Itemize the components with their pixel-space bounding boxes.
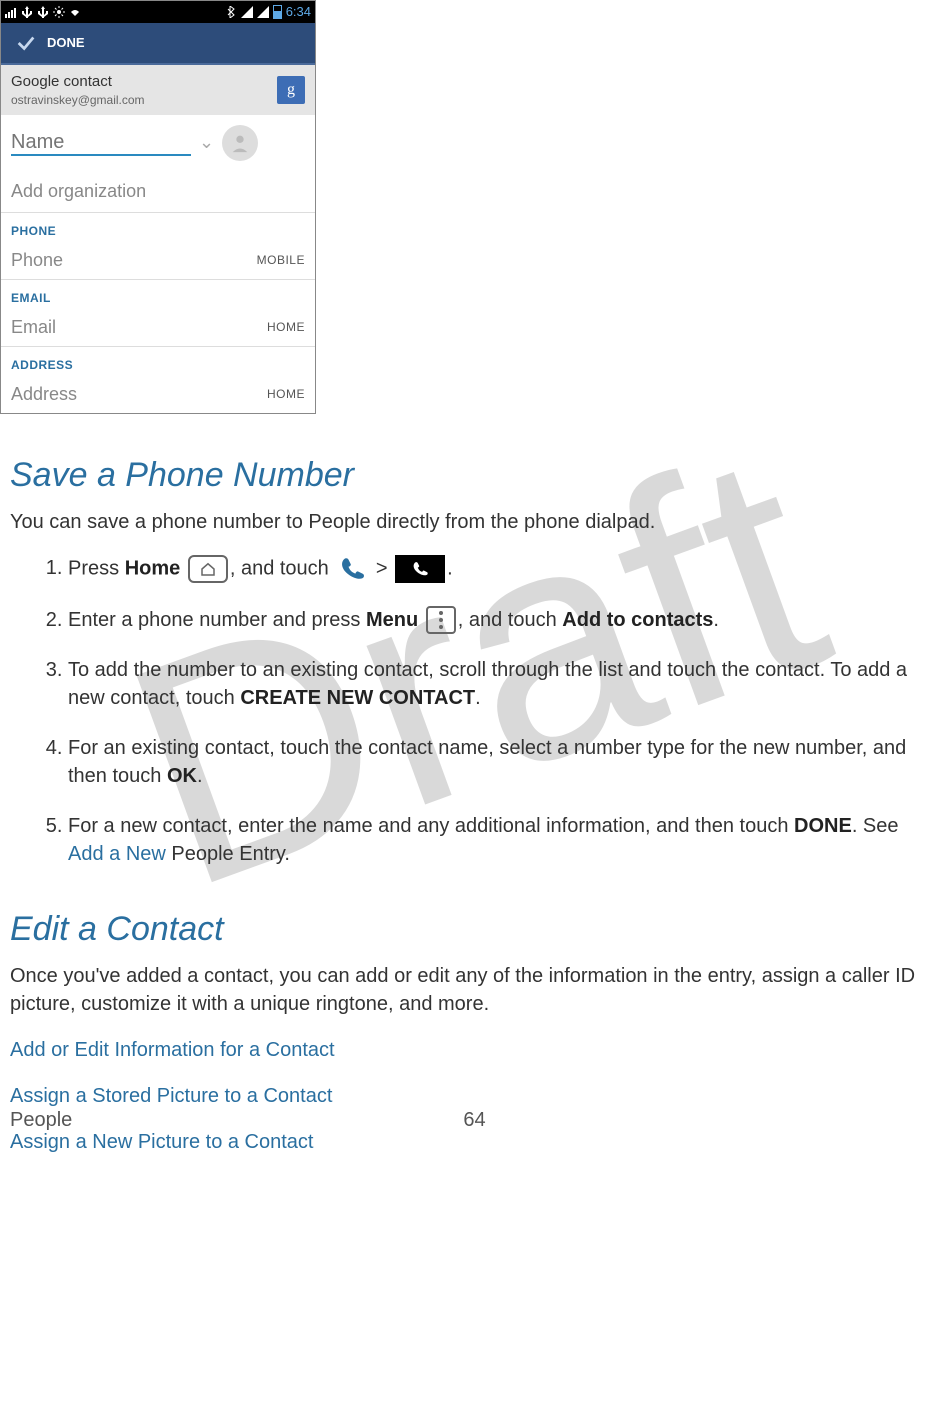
email-field[interactable]: Email <box>11 315 56 340</box>
email-field-row: Email HOME <box>1 309 315 347</box>
status-time: 6:34 <box>286 3 311 21</box>
home-icon <box>188 555 228 583</box>
edit-intro: Once you've added a contact, you can add… <box>10 962 939 1018</box>
signal-icon <box>241 6 253 18</box>
ok-label: OK <box>167 765 197 787</box>
step-5-text-b: . See <box>852 815 899 837</box>
link-add-edit-info[interactable]: Add or Edit Information for a Contact <box>10 1036 939 1064</box>
signal-icon-2 <box>257 6 269 18</box>
menu-label: Menu <box>366 609 418 631</box>
step-3-text-b: . <box>475 687 481 709</box>
step-1-text-b: , and touch <box>230 557 335 579</box>
avatar-placeholder[interactable] <box>222 125 258 161</box>
gt-separator: > <box>376 557 393 579</box>
step-1-text-a: Press <box>68 557 125 579</box>
account-title: Google contact <box>11 71 145 92</box>
phone-screenshot: 6:34 DONE Google contact ostravinskey@gm… <box>0 0 316 414</box>
add-a-new-link[interactable]: Add a New <box>68 843 166 865</box>
bars-icon <box>5 6 17 18</box>
account-row[interactable]: Google contact ostravinskey@gmail.com g <box>1 65 315 115</box>
email-type[interactable]: HOME <box>267 319 305 336</box>
address-section-header: ADDRESS <box>1 347 315 376</box>
add-organization-field[interactable]: Add organization <box>1 171 315 213</box>
home-label: Home <box>125 557 181 579</box>
battery-icon <box>273 5 282 19</box>
step-1: Press Home , and touch > . <box>68 554 931 584</box>
usb-icon <box>21 6 33 18</box>
page-footer: People 64 <box>10 1106 939 1134</box>
save-phone-number-heading: Save a Phone Number <box>10 452 939 500</box>
phone-field[interactable]: Phone <box>11 248 63 273</box>
phone-app-icon <box>336 554 368 584</box>
phone-section-header: PHONE <box>1 213 315 242</box>
save-intro: You can save a phone number to People di… <box>10 508 939 536</box>
step-5-text-a: For a new contact, enter the name and an… <box>68 815 794 837</box>
menu-icon <box>426 606 456 634</box>
step-2-text-a: Enter a phone number and press <box>68 609 366 631</box>
done-label: DONE <box>47 34 85 52</box>
phone-type[interactable]: MOBILE <box>257 252 305 269</box>
address-field-row: Address HOME <box>1 376 315 413</box>
address-field[interactable]: Address <box>11 382 77 407</box>
step-2: Enter a phone number and press Menu , an… <box>68 606 931 635</box>
edit-links: Add or Edit Information for a Contact As… <box>10 1036 939 1156</box>
step-4-text-b: . <box>197 765 203 787</box>
google-icon: g <box>277 76 305 104</box>
email-section-header: EMAIL <box>1 280 315 309</box>
settings-icon <box>53 6 65 18</box>
wifi-icon <box>69 6 81 18</box>
step-4: For an existing contact, touch the conta… <box>68 734 931 790</box>
step-5-text-c: People Entry. <box>166 843 290 865</box>
account-email: ostravinskey@gmail.com <box>11 92 145 109</box>
step-3-text-a: To add the number to an existing contact… <box>68 659 907 709</box>
dialer-icon <box>395 555 445 583</box>
status-bar: 6:34 <box>1 1 315 23</box>
step-1-text-c: . <box>447 557 453 579</box>
step-2-text-c: . <box>713 609 719 631</box>
add-to-contacts-label: Add to contacts <box>562 609 713 631</box>
done-step-label: DONE <box>794 815 852 837</box>
step-3: To add the number to an existing contact… <box>68 656 931 712</box>
step-5: For a new contact, enter the name and an… <box>68 812 931 868</box>
step-2-text-b: , and touch <box>458 609 563 631</box>
name-row: ⌄ <box>1 115 315 171</box>
name-input[interactable] <box>11 131 191 156</box>
chevron-down-icon[interactable]: ⌄ <box>199 130 214 155</box>
check-icon <box>15 32 37 54</box>
usb-icon-2 <box>37 6 49 18</box>
create-new-contact-label: CREATE NEW CONTACT <box>240 687 475 709</box>
footer-page-number: 64 <box>463 1106 485 1134</box>
done-bar[interactable]: DONE <box>1 23 315 65</box>
address-type[interactable]: HOME <box>267 386 305 403</box>
save-steps-list: Press Home , and touch > . Enter a phone… <box>68 554 939 869</box>
edit-contact-heading: Edit a Contact <box>10 906 939 954</box>
footer-section: People <box>10 1106 72 1134</box>
phone-field-row: Phone MOBILE <box>1 242 315 280</box>
bluetooth-icon <box>225 6 237 18</box>
